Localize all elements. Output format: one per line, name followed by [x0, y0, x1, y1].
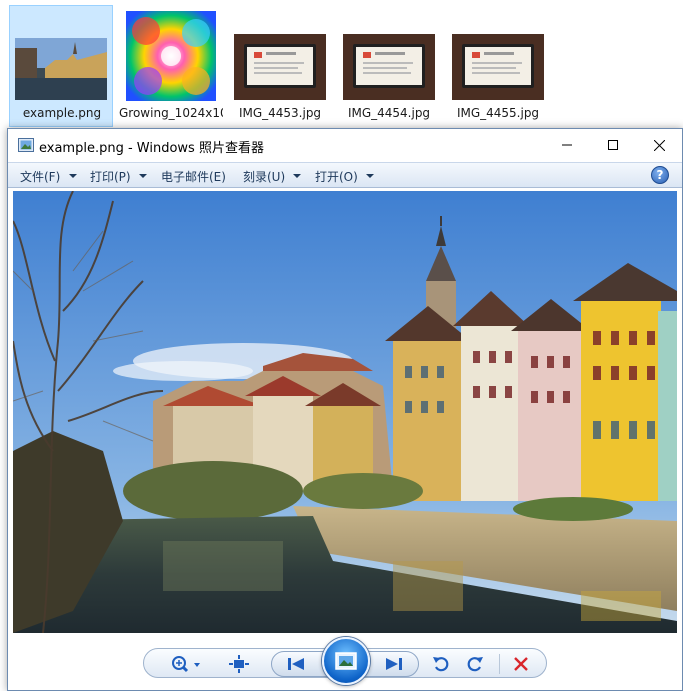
previous-button[interactable]	[286, 655, 306, 673]
rotate-right-icon	[467, 657, 483, 672]
file-thumbnail	[343, 34, 435, 100]
menu-burn[interactable]: 刻录(U)	[243, 168, 285, 184]
help-icon: ?	[656, 168, 664, 182]
minimize-button[interactable]	[544, 129, 590, 161]
photo-display[interactable]	[13, 191, 677, 633]
slideshow-button[interactable]	[322, 637, 370, 685]
delete-icon	[514, 657, 528, 671]
photo-viewer-icon	[18, 138, 34, 152]
title-bar[interactable]: example.png - Windows 照片查看器	[8, 129, 682, 161]
file-thumbnail	[234, 34, 326, 100]
file-strip: example.png Growing_1024x1 IMG_4453.jpg …	[0, 0, 683, 130]
zoom-button[interactable]	[170, 655, 204, 673]
file-thumbnail	[126, 11, 216, 101]
file-tile-example[interactable]: example.png	[9, 5, 113, 127]
next-button[interactable]	[384, 655, 404, 673]
chevron-down-icon[interactable]	[69, 174, 77, 178]
file-name: example.png	[22, 106, 102, 120]
menu-open[interactable]: 打开(O)	[315, 168, 358, 184]
minimize-icon	[562, 144, 572, 146]
file-name: IMG_4455.jpg	[456, 106, 540, 120]
file-tile-growing[interactable]: Growing_1024x1024.png	[118, 5, 223, 127]
file-name: IMG_4453.jpg	[238, 106, 322, 120]
file-thumbnail	[452, 34, 544, 100]
actual-size-icon	[229, 655, 249, 673]
chevron-down-icon[interactable]	[293, 174, 301, 178]
next-icon	[386, 658, 402, 670]
menu-email[interactable]: 电子邮件(E)	[161, 168, 226, 184]
maximize-button[interactable]	[590, 129, 636, 161]
window-title: example.png - Windows 照片查看器	[39, 141, 264, 156]
file-tile-img-4455[interactable]: IMG_4455.jpg	[445, 5, 549, 127]
file-name: IMG_4454.jpg	[347, 106, 431, 120]
displayed-photo	[13, 191, 677, 633]
delete-button[interactable]	[511, 655, 531, 673]
rotate-left-icon	[433, 657, 449, 672]
actual-size-button[interactable]	[229, 655, 249, 673]
file-thumbnail	[15, 38, 107, 100]
zoom-icon	[172, 656, 200, 673]
toolbar-divider	[499, 654, 500, 674]
close-button[interactable]	[636, 129, 682, 161]
rotate-right-button[interactable]	[465, 655, 485, 673]
menu-file[interactable]: 文件(F)	[20, 168, 60, 184]
file-name: Growing_1024x1024.png	[119, 106, 223, 120]
file-tile-img-4454[interactable]: IMG_4454.jpg	[336, 5, 440, 127]
previous-icon	[288, 658, 304, 670]
chevron-down-icon[interactable]	[366, 174, 374, 178]
slideshow-icon	[335, 652, 357, 670]
rotate-left-button[interactable]	[431, 655, 451, 673]
bottom-toolbar	[8, 634, 682, 690]
menu-bar: 文件(F) 打印(P) 电子邮件(E) 刻录(U) 打开(O) ?	[8, 162, 682, 188]
close-icon	[653, 139, 665, 151]
chevron-down-icon[interactable]	[139, 174, 147, 178]
help-button[interactable]: ?	[651, 166, 669, 184]
menu-print[interactable]: 打印(P)	[90, 168, 131, 184]
maximize-icon	[608, 140, 618, 150]
photo-viewer-window: example.png - Windows 照片查看器 文件(F) 打印(P) …	[7, 128, 683, 691]
file-tile-img-4453[interactable]: IMG_4453.jpg	[227, 5, 331, 127]
